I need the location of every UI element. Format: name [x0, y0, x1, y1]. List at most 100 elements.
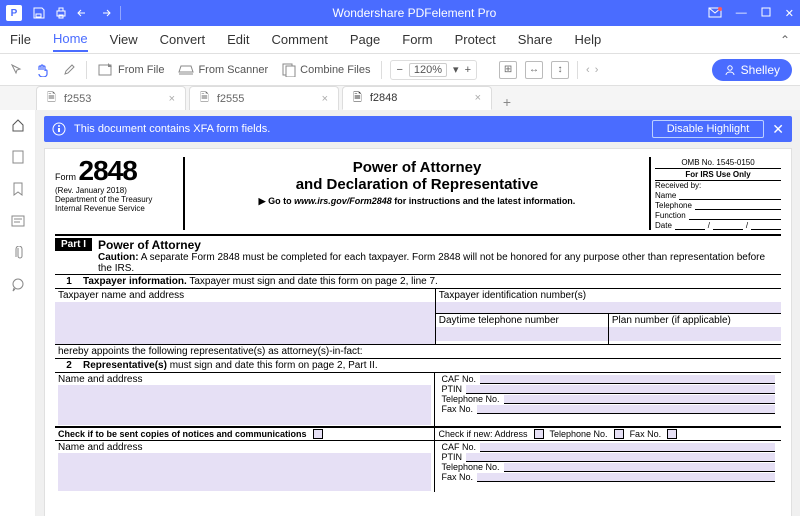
- combine-files-button[interactable]: Combine Files: [279, 61, 373, 79]
- taxpayer-name-address-field[interactable]: [55, 302, 435, 344]
- tab-f2848[interactable]: 🗎 f2848 ×: [342, 86, 492, 110]
- menu-help[interactable]: Help: [575, 32, 602, 47]
- rep2-name-addr-field[interactable]: [58, 453, 431, 491]
- disable-highlight-button[interactable]: Disable Highlight: [652, 120, 765, 138]
- tin-label: Taxpayer identification number(s): [436, 289, 781, 302]
- telephone-field[interactable]: [695, 201, 781, 210]
- from-scanner-button[interactable]: From Scanner: [175, 62, 271, 78]
- maximize-button[interactable]: [761, 7, 771, 20]
- caf-field[interactable]: [480, 375, 775, 384]
- ptin-field[interactable]: [466, 385, 775, 394]
- name-field[interactable]: [679, 191, 781, 200]
- caf-label: CAF No.: [441, 374, 476, 384]
- edit-tool-icon[interactable]: [60, 61, 78, 79]
- function-label: Function: [655, 211, 686, 220]
- menu-comment[interactable]: Comment: [272, 32, 328, 47]
- home-icon[interactable]: [9, 116, 27, 134]
- close-tab-icon[interactable]: ×: [322, 93, 328, 105]
- tab-f2553[interactable]: 🗎 f2553 ×: [36, 86, 186, 110]
- menu-file[interactable]: File: [10, 32, 31, 47]
- check-tel-checkbox[interactable]: [614, 429, 624, 439]
- separator: [86, 61, 87, 79]
- check-fax-checkbox[interactable]: [667, 429, 677, 439]
- ptin2-field[interactable]: [466, 453, 775, 462]
- faxno-field[interactable]: [477, 405, 775, 414]
- check-copies-checkbox[interactable]: [313, 429, 323, 439]
- toolbar: From File From Scanner Combine Files − 1…: [0, 54, 800, 86]
- date-label: Date: [655, 221, 672, 230]
- menu-edit[interactable]: Edit: [227, 32, 249, 47]
- undo-icon[interactable]: [76, 6, 90, 20]
- app-logo: P: [6, 5, 22, 21]
- telno2-field[interactable]: [504, 463, 775, 472]
- attachments-icon[interactable]: [9, 244, 27, 262]
- zoom-in-button[interactable]: +: [465, 64, 471, 76]
- notification-icon[interactable]: [708, 7, 722, 20]
- tab-f2555[interactable]: 🗎 f2555 ×: [189, 86, 339, 110]
- row-1: 1 Taxpayer information. Taxpayer must si…: [55, 274, 781, 289]
- hand-tool-icon[interactable]: [34, 61, 52, 79]
- zoom-value[interactable]: 120%: [409, 63, 447, 77]
- rep-name-addr-field[interactable]: [58, 385, 431, 425]
- user-icon: [724, 64, 736, 76]
- menu-protect[interactable]: Protect: [455, 32, 496, 47]
- bookmarks-icon[interactable]: [9, 180, 27, 198]
- rep-name-addr-label: Name and address: [58, 374, 431, 385]
- zoom-out-button[interactable]: −: [396, 64, 402, 76]
- caution-label: Caution:: [98, 252, 139, 263]
- telno-field[interactable]: [504, 395, 775, 404]
- redo-icon[interactable]: [98, 6, 112, 20]
- save-icon[interactable]: [32, 6, 46, 20]
- plan-field[interactable]: [609, 327, 781, 341]
- form-header-right: OMB No. 1545-0150 For IRS Use Only Recei…: [649, 157, 781, 230]
- close-button[interactable]: ✕: [785, 7, 794, 20]
- fit-height-icon[interactable]: ↕: [551, 61, 569, 79]
- close-tab-icon[interactable]: ×: [169, 93, 175, 105]
- tin-field[interactable]: [436, 302, 781, 314]
- prev-page-icon[interactable]: ‹: [586, 64, 590, 76]
- menu-page[interactable]: Page: [350, 32, 380, 47]
- collapse-ribbon-icon[interactable]: ⌃: [780, 33, 790, 47]
- row-label: Representative(s): [83, 360, 167, 371]
- faxno2-label: Fax No.: [441, 472, 473, 482]
- close-infobar-icon[interactable]: ✕: [772, 121, 784, 138]
- caf2-label: CAF No.: [441, 442, 476, 452]
- new-tab-button[interactable]: +: [495, 94, 519, 110]
- zoom-dropdown-icon[interactable]: ▾: [453, 63, 459, 76]
- left-sidebar: [0, 110, 36, 516]
- date-field-2[interactable]: [713, 221, 743, 230]
- comments-icon[interactable]: [9, 212, 27, 230]
- tab-label: f2555: [217, 93, 314, 105]
- form-header-left: Form 2848 (Rev. January 2018) Department…: [55, 157, 185, 230]
- appoints-text: hereby appoints the following representa…: [55, 344, 781, 358]
- separator: [381, 61, 382, 79]
- select-tool-icon[interactable]: [8, 61, 26, 79]
- date-field-1[interactable]: [675, 221, 705, 230]
- fit-width-icon[interactable]: ↔: [525, 61, 543, 79]
- combine-icon: [282, 63, 296, 77]
- combine-files-label: Combine Files: [300, 64, 370, 76]
- from-file-button[interactable]: From File: [95, 61, 167, 79]
- menu-home[interactable]: Home: [53, 31, 88, 52]
- menu-form[interactable]: Form: [402, 32, 432, 47]
- caf2-field[interactable]: [480, 443, 775, 452]
- check-address-checkbox[interactable]: [534, 429, 544, 439]
- chat-icon[interactable]: [9, 276, 27, 294]
- minimize-button[interactable]: —: [736, 7, 747, 20]
- function-field[interactable]: [689, 211, 781, 220]
- menu-convert[interactable]: Convert: [160, 32, 206, 47]
- next-page-icon[interactable]: ›: [595, 64, 599, 76]
- thumbnails-icon[interactable]: [9, 148, 27, 166]
- zoom-control: − 120% ▾ +: [390, 60, 477, 80]
- menu-view[interactable]: View: [110, 32, 138, 47]
- menu-share[interactable]: Share: [518, 32, 553, 47]
- close-tab-icon[interactable]: ×: [475, 92, 481, 104]
- fit-page-icon[interactable]: ⊞: [499, 61, 517, 79]
- date-field-3[interactable]: [751, 221, 781, 230]
- document-pane: This document contains XFA form fields. …: [36, 110, 800, 516]
- daytel-field[interactable]: [436, 327, 608, 341]
- faxno2-field[interactable]: [477, 473, 775, 482]
- form-dept2: Internal Revenue Service: [55, 205, 179, 214]
- print-icon[interactable]: [54, 6, 68, 20]
- user-account-button[interactable]: Shelley: [712, 59, 792, 81]
